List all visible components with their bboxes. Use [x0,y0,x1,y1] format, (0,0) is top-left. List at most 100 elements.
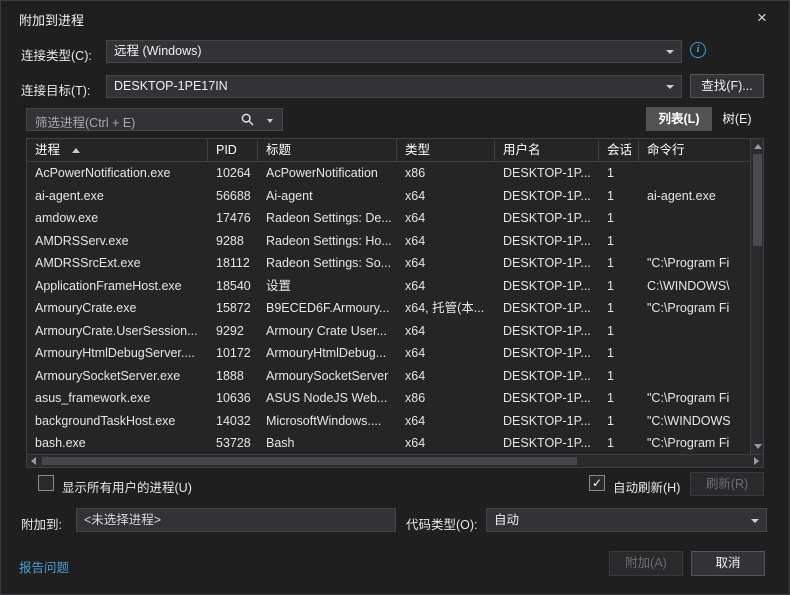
cell: MicrosoftWindows.... [258,410,397,433]
chevron-down-icon[interactable] [267,119,273,123]
vertical-scrollbar-thumb[interactable] [753,154,762,246]
auto-refresh-checkbox[interactable]: ✓ [589,475,605,491]
cell: DESKTOP-1P... [495,410,599,433]
cell: x64 [397,275,495,298]
table-row[interactable]: bash.exe53728Bashx64DESKTOP-1P...1"C:\Pr… [27,432,751,454]
cell: x64 [397,410,495,433]
cell: x64 [397,230,495,253]
column-header-title[interactable]: 标题 [258,139,397,161]
cell: x64 [397,365,495,388]
column-header-type[interactable]: 类型 [397,139,495,161]
cell: DESKTOP-1P... [495,365,599,388]
view-list-button[interactable]: 列表(L) [646,107,712,131]
cell: 1 [599,230,639,253]
scroll-left-icon[interactable] [31,457,36,465]
cell: x64 [397,252,495,275]
cell: 1 [599,275,639,298]
cell: 56688 [208,185,258,208]
table-row[interactable]: ai-agent.exe56688Ai-agentx64DESKTOP-1P..… [27,185,751,208]
connection-type-dropdown[interactable]: 远程 (Windows) [106,40,682,63]
cell: 1 [599,365,639,388]
cell: AcPowerNotification.exe [27,162,208,185]
report-problem-link[interactable]: 报告问题 [19,557,69,576]
cell: C:\WINDOWS\ [639,275,751,298]
cell: 1 [599,185,639,208]
cell: Radeon Settings: De... [258,207,397,230]
cell: Bash [258,432,397,454]
cell: 1 [599,162,639,185]
vertical-scrollbar[interactable] [750,139,763,454]
cell: x86 [397,387,495,410]
chevron-down-icon [666,85,674,89]
show-all-users-label: 显示所有用户的进程(U) [62,477,192,496]
cell: DESKTOP-1P... [495,320,599,343]
column-header-session[interactable]: 会话 [599,139,639,161]
code-type-dropdown[interactable]: 自动 [486,508,767,532]
table-row[interactable]: AcPowerNotification.exe10264AcPowerNotif… [27,162,751,185]
connection-target-combo[interactable]: DESKTOP-1PE17IN [106,75,682,98]
cell: x64 [397,320,495,343]
table-row[interactable]: ArmourySocketServer.exe1888ArmourySocket… [27,365,751,388]
table-row[interactable]: backgroundTaskHost.exe14032MicrosoftWind… [27,410,751,433]
cell: 1 [599,320,639,343]
table-row[interactable]: ArmouryCrate.UserSession...9292Armoury C… [27,320,751,343]
scroll-down-icon[interactable] [754,444,762,449]
cell: DESKTOP-1P... [495,432,599,454]
cell: 1 [599,342,639,365]
cell: "C:\WINDOWS [639,410,751,433]
auto-refresh-label: 自动刷新(H) [613,477,680,496]
cell: DESKTOP-1P... [495,275,599,298]
table-header-row: 进程 PID 标题 类型 用户名 会话 命令行 [27,139,751,162]
cell [639,162,751,185]
cell: 17476 [208,207,258,230]
cell: AMDRSServ.exe [27,230,208,253]
cancel-button[interactable]: 取消 [691,551,765,576]
cell: DESKTOP-1P... [495,230,599,253]
cell: asus_framework.exe [27,387,208,410]
table-row[interactable]: ApplicationFrameHost.exe18540设置x64DESKTO… [27,275,751,298]
cell: 9288 [208,230,258,253]
refresh-button[interactable]: 刷新(R) [690,472,764,496]
column-header-commandline[interactable]: 命令行 [639,139,751,161]
cell [639,365,751,388]
cell: DESKTOP-1P... [495,162,599,185]
info-icon[interactable]: i [690,42,706,58]
show-all-users-checkbox[interactable] [38,475,54,491]
column-header-pid[interactable]: PID [208,139,258,161]
column-header-username[interactable]: 用户名 [495,139,599,161]
table-row[interactable]: ArmouryCrate.exe15872B9ECED6F.Armoury...… [27,297,751,320]
cell: Armoury Crate User... [258,320,397,343]
horizontal-scrollbar[interactable] [27,454,763,467]
find-button[interactable]: 查找(F)... [690,74,764,98]
table-row[interactable]: asus_framework.exe10636ASUS NodeJS Web..… [27,387,751,410]
cell: x86 [397,162,495,185]
cell: 18540 [208,275,258,298]
chevron-down-icon [751,519,759,523]
title-bar: 附加到进程 × [1,1,789,33]
table-row[interactable]: ArmouryHtmlDebugServer....10172ArmouryHt… [27,342,751,365]
search-icon[interactable] [241,113,254,129]
close-icon[interactable]: × [749,6,775,30]
scroll-right-icon[interactable] [754,457,759,465]
connection-target-label: 连接目标(T): [21,80,90,99]
cell: ai-agent.exe [27,185,208,208]
cell: DESKTOP-1P... [495,185,599,208]
cell [639,207,751,230]
horizontal-scrollbar-thumb[interactable] [42,457,577,465]
table-row[interactable]: AMDRSServ.exe9288Radeon Settings: Ho...x… [27,230,751,253]
table-row[interactable]: amdow.exe17476Radeon Settings: De...x64D… [27,207,751,230]
chevron-down-icon [666,50,674,54]
view-tree-button[interactable]: 树(E) [714,107,760,131]
attach-button[interactable]: 附加(A) [609,551,683,576]
connection-type-value: 远程 (Windows) [114,44,202,58]
table-row[interactable]: AMDRSSrcExt.exe18112Radeon Settings: So.… [27,252,751,275]
cell [639,342,751,365]
cell [639,230,751,253]
cell [639,320,751,343]
filter-process-input[interactable]: 筛选进程(Ctrl + E) [26,108,283,131]
cell: ArmouryCrate.UserSession... [27,320,208,343]
attach-to-field[interactable]: <未选择进程> [76,508,396,532]
cell: 1 [599,252,639,275]
column-header-process[interactable]: 进程 [27,139,208,161]
scroll-up-icon[interactable] [754,144,762,149]
